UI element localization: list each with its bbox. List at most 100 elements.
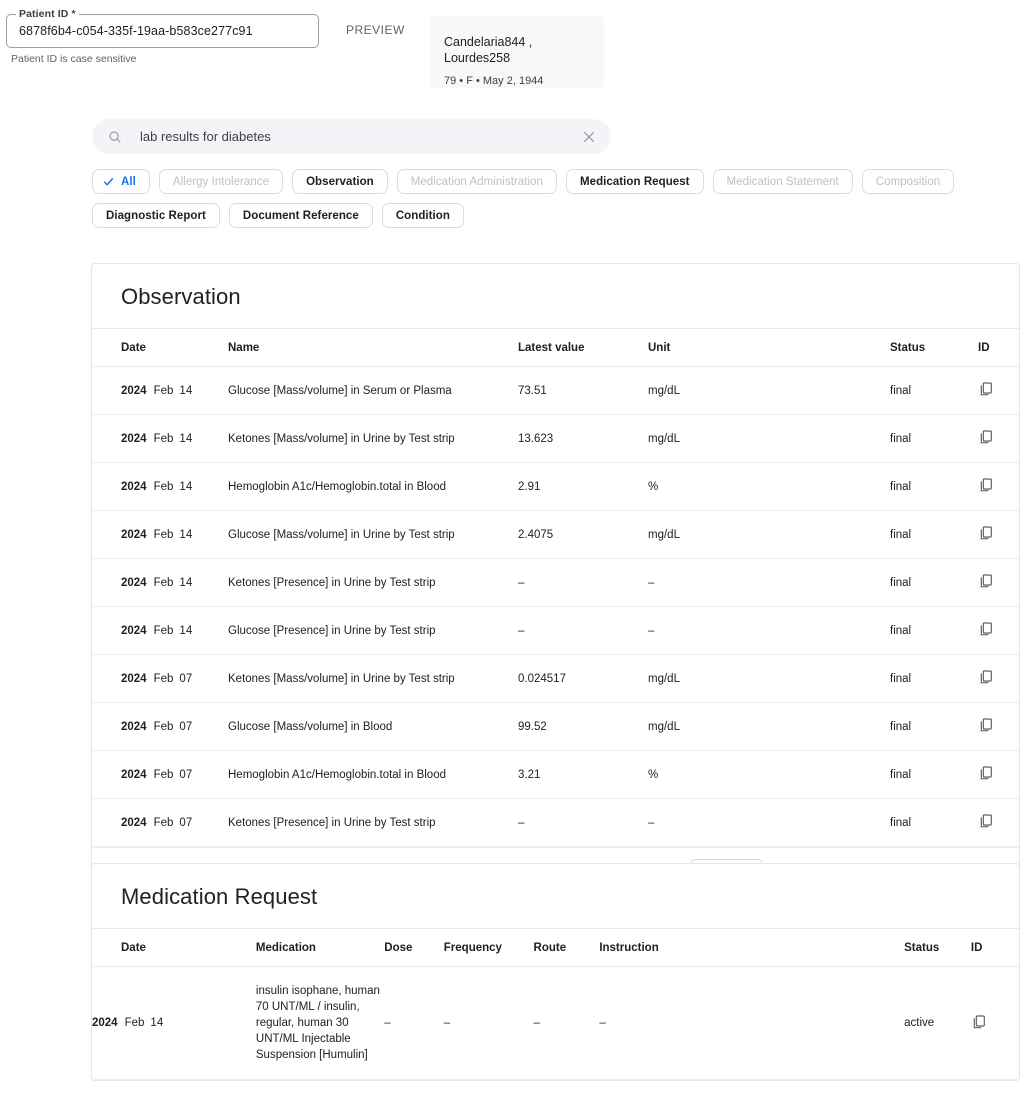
check-icon [102,175,115,188]
copy-icon[interactable] [978,621,994,637]
observation-title: Observation [92,264,1019,329]
date-month: Feb [154,529,174,541]
chip-medication-statement: Medication Statement [713,169,853,194]
preview-label: PREVIEW [346,23,405,37]
date-year: 2024 [121,481,147,493]
chip-medication-request[interactable]: Medication Request [566,169,704,194]
col-instruction: Instruction [599,929,904,967]
cell-id[interactable] [978,655,1020,703]
date-day: 14 [179,433,192,445]
medication-request-card: Medication Request Date Medication Dose … [91,863,1020,1081]
cell-name: Hemoglobin A1c/Hemoglobin.total in Blood [228,751,518,799]
chip-allergy-intolerance: Allergy Intolerance [159,169,283,194]
observation-card: Observation Date Name Latest value Unit … [91,263,1020,899]
cell-date: 2024 Feb 07 [92,655,228,703]
table-row[interactable]: 2024Feb07Hemoglobin A1c/Hemoglobin.total… [92,751,1020,799]
copy-icon[interactable] [978,429,994,445]
cell-date: 2024Feb07 [92,799,228,847]
table-row[interactable]: 2024Feb07Glucose [Mass/volume] in Blood9… [92,703,1020,751]
date-year: 2024 [121,769,147,781]
table-row[interactable]: 2024Feb07Ketones [Mass/volume] in Urine … [92,655,1020,703]
cell-id[interactable] [978,511,1020,559]
col-dose: Dose [384,929,444,967]
cell-unit: mg/dL [648,415,890,463]
copy-icon[interactable] [978,765,994,781]
copy-icon[interactable] [978,525,994,541]
copy-icon[interactable] [971,1014,987,1030]
table-row[interactable]: 2024Feb07Ketones [Presence] in Urine by … [92,799,1020,847]
chip-all[interactable]: All [92,169,150,194]
cell-status: final [890,463,978,511]
copy-icon[interactable] [978,573,994,589]
cell-status: final [890,511,978,559]
cell-id[interactable] [971,967,1019,1080]
medication-request-table-head: Date Medication Dose Frequency Route Ins… [92,929,1019,967]
date-year: 2024 [92,1017,118,1029]
chip-label: Medication Statement [727,176,839,188]
copy-icon[interactable] [978,381,994,397]
table-row[interactable]: 2024Feb14Glucose [Presence] in Urine by … [92,607,1020,655]
cell-id[interactable] [978,367,1020,415]
col-route: Route [534,929,600,967]
date-day: 07 [179,721,192,733]
cell-status: final [890,415,978,463]
date-month: Feb [125,1017,145,1029]
chip-condition[interactable]: Condition [382,203,464,228]
search-icon [108,130,122,144]
cell-id[interactable] [978,703,1020,751]
cell-date: 2024Feb14 [92,559,228,607]
chip-composition: Composition [862,169,954,194]
patient-id-input[interactable] [17,23,308,39]
col-id: ID [978,329,1020,367]
patient-demographics: 79 • F • May 2, 1944 [444,75,590,87]
chip-label: Observation [306,176,374,188]
copy-icon[interactable] [978,717,994,733]
cell-latest-value: – [518,559,648,607]
table-row[interactable]: 2024Feb14Ketones [Mass/volume] in Urine … [92,415,1020,463]
date-day: 14 [179,529,192,541]
table-row[interactable]: 2024Feb14insulin isophane, human 70 UNT/… [92,967,1019,1080]
patient-header: Patient ID * Patient ID is case sensitiv… [0,0,1027,100]
medication-request-table-body: 2024Feb14insulin isophane, human 70 UNT/… [92,967,1019,1080]
search-input[interactable] [138,128,581,145]
chip-document-reference[interactable]: Document Reference [229,203,373,228]
date-year: 2024 [121,529,147,541]
date-day: 14 [179,481,192,493]
cell-unit: – [648,799,890,847]
table-row[interactable]: 2024Feb14Ketones [Presence] in Urine by … [92,559,1020,607]
copy-icon[interactable] [978,477,994,493]
date-month: Feb [154,625,174,637]
table-row[interactable]: 2024 Feb 14 Glucose [Mass/volume] in Urine … [92,511,1020,559]
date-year: 2024 [121,673,147,685]
table-row[interactable]: 2024Feb14Hemoglobin A1c/Hemoglobin.total… [92,463,1020,511]
col-date: Date [92,329,228,367]
date-day: 14 [179,577,192,589]
medication-request-title: Medication Request [92,864,1019,929]
cell-date: 2024Feb14 [92,367,228,415]
cell-name: Glucose [Mass/volume] in Urine by Test s… [228,511,518,559]
cell-name: Ketones [Presence] in Urine by Test stri… [228,559,518,607]
copy-icon[interactable] [978,669,994,685]
cell-id[interactable] [978,607,1020,655]
cell-id[interactable] [978,559,1020,607]
cell-unit: mg/dL [648,367,890,415]
date-month: Feb [154,673,174,685]
close-icon[interactable] [581,129,597,145]
search-bar[interactable] [92,119,611,154]
copy-icon[interactable] [978,813,994,829]
app-root: Patient ID * Patient ID is case sensitiv… [0,0,1027,1105]
patient-id-field[interactable]: Patient ID * [6,14,319,48]
table-row[interactable]: 2024Feb14Glucose [Mass/volume] in Serum … [92,367,1020,415]
cell-date: 2024Feb14 [92,463,228,511]
cell-route: – [534,967,600,1080]
chip-diagnostic-report[interactable]: Diagnostic Report [92,203,220,228]
chip-observation[interactable]: Observation [292,169,388,194]
cell-id[interactable] [978,463,1020,511]
cell-id[interactable] [978,799,1020,847]
cell-id[interactable] [978,415,1020,463]
cell-unit: mg/dL [648,655,890,703]
cell-id[interactable] [978,751,1020,799]
date-year: 2024 [121,625,147,637]
date-day: 07 [179,673,192,685]
cell-name: Glucose [Mass/volume] in Blood [228,703,518,751]
